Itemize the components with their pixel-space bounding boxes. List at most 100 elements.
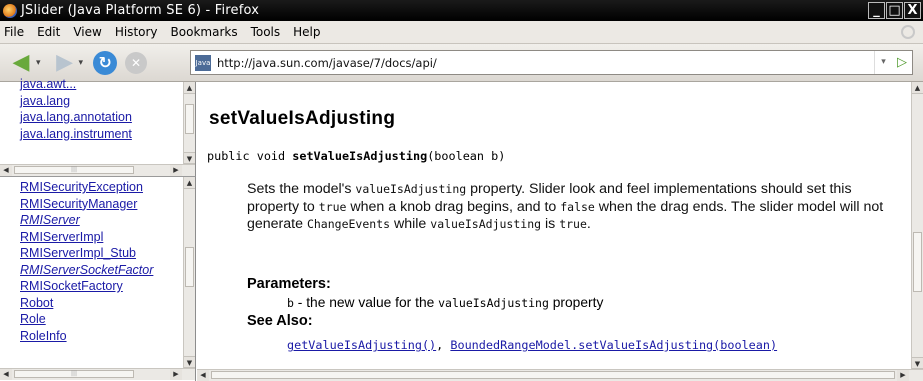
scroll-left-arrow-icon[interactable]: ◀ xyxy=(197,370,209,381)
package-link[interactable]: java.lang.annotation xyxy=(20,109,132,126)
class-link[interactable]: Robot xyxy=(20,295,153,312)
scroll-left-arrow-icon[interactable]: ◀ xyxy=(0,165,12,176)
class-link[interactable]: Role xyxy=(20,311,153,328)
desc-text: is xyxy=(541,216,560,232)
package-link[interactable]: java.awt... xyxy=(20,76,132,93)
desc-code: true xyxy=(318,199,347,214)
menu-view[interactable]: View xyxy=(73,25,101,39)
window-controls: _ □ X xyxy=(868,2,921,19)
menu-help[interactable]: Help xyxy=(293,25,320,39)
scroll-right-arrow-icon[interactable]: ▶ xyxy=(170,369,182,380)
site-favicon-icon: Java xyxy=(195,54,211,71)
forward-button[interactable]: ▶ xyxy=(53,50,77,75)
url-input[interactable]: http://java.sun.com/javase/7/docs/api/ xyxy=(217,56,874,70)
see-also-separator: , xyxy=(436,338,451,352)
packages-vertical-scrollbar[interactable]: ▲ ▼ xyxy=(183,82,195,164)
method-signature: public void setValueIsAdjusting(boolean … xyxy=(207,149,505,163)
package-list: java.awt... java.lang java.lang.annotati… xyxy=(20,76,132,142)
menu-file[interactable]: File xyxy=(4,25,24,39)
scroll-thumb[interactable] xyxy=(185,104,194,134)
menu-history[interactable]: History xyxy=(115,25,158,39)
url-dropdown-icon[interactable]: ▾ xyxy=(874,51,892,74)
scroll-up-arrow-icon[interactable]: ▲ xyxy=(912,82,923,94)
class-list: RMISecurityException RMISecurityManager RM… xyxy=(20,179,153,344)
scroll-thumb[interactable]: ||| xyxy=(14,166,134,174)
maximize-button[interactable]: □ xyxy=(886,2,903,19)
class-link[interactable]: RMISocketFactory xyxy=(20,278,153,295)
scroll-thumb[interactable]: ||| xyxy=(14,370,134,378)
see-also-link[interactable]: BoundedRangeModel.setValueIsAdjusting(bo… xyxy=(450,338,777,352)
scroll-right-arrow-icon[interactable]: ▶ xyxy=(170,165,182,176)
class-link[interactable]: RMIServerImpl xyxy=(20,229,153,246)
classes-horizontal-scrollbar[interactable]: ◀ ||| ▶ xyxy=(0,368,195,380)
desc-code: valueIsAdjusting xyxy=(355,182,467,196)
throbber-icon xyxy=(901,25,915,39)
desc-text: . xyxy=(586,216,591,232)
desc-code: false xyxy=(560,199,595,214)
param-tail: property xyxy=(548,295,604,310)
packages-horizontal-scrollbar[interactable]: ◀ ||| ▶ xyxy=(0,164,195,176)
reload-button[interactable]: ↻ xyxy=(93,50,118,75)
firefox-icon xyxy=(3,3,17,18)
go-button[interactable]: ▷ xyxy=(892,55,912,70)
scroll-thumb[interactable] xyxy=(211,371,895,379)
param-text: - the new value for the xyxy=(293,295,439,310)
window-titlebar[interactable]: JSlider (Java Platform SE 6) - Firefox _… xyxy=(0,0,923,21)
package-link[interactable]: java.lang xyxy=(20,93,132,110)
menu-bookmarks[interactable]: Bookmarks xyxy=(171,25,238,39)
scroll-right-arrow-icon[interactable]: ▶ xyxy=(897,370,909,381)
menu-bar: File Edit View History Bookmarks Tools H… xyxy=(0,21,923,44)
scroll-down-arrow-icon[interactable]: ▼ xyxy=(912,357,923,369)
class-link[interactable]: RMISecurityException xyxy=(20,179,153,196)
see-also-heading: See Also: xyxy=(247,313,313,329)
scroll-down-arrow-icon[interactable]: ▼ xyxy=(184,152,195,164)
desc-text: while xyxy=(390,216,431,232)
scroll-thumb[interactable] xyxy=(185,247,194,287)
desc-code: ChangeEvents xyxy=(306,217,391,231)
param-code: valueIsAdjusting xyxy=(438,296,549,310)
documentation-frame: setValueIsAdjusting public void setValue… xyxy=(197,82,923,381)
scroll-thumb[interactable] xyxy=(913,232,922,292)
stop-button[interactable]: ✕ xyxy=(125,51,148,74)
menu-edit[interactable]: Edit xyxy=(37,25,60,39)
class-link[interactable]: RMIServerImpl_Stub xyxy=(20,245,153,262)
class-link[interactable]: RMIServerSocketFactor xyxy=(20,262,153,279)
method-title: setValueIsAdjusting xyxy=(209,108,396,129)
desc-code: valueIsAdjusting xyxy=(430,217,542,231)
main-horizontal-scrollbar[interactable]: ◀ ▶ xyxy=(197,369,923,381)
class-link[interactable]: RoleInfo xyxy=(20,328,153,345)
main-vertical-scrollbar[interactable]: ▲ ▼ xyxy=(911,82,923,369)
see-also-links: getValueIsAdjusting(), BoundedRangeModel… xyxy=(287,338,777,352)
window-title: JSlider (Java Platform SE 6) - Firefox xyxy=(21,3,260,18)
class-link[interactable]: RMIServer xyxy=(20,212,153,229)
packages-frame: java.awt... java.lang java.lang.annotati… xyxy=(0,77,196,177)
param-name: b xyxy=(287,296,294,310)
address-bar[interactable]: Java http://java.sun.com/javase/7/docs/a… xyxy=(190,50,913,75)
scroll-left-arrow-icon[interactable]: ◀ xyxy=(0,369,12,380)
see-also-link[interactable]: getValueIsAdjusting() xyxy=(287,338,436,352)
package-link[interactable]: java.lang.instrument xyxy=(20,126,132,143)
desc-text: Sets the model's xyxy=(247,181,356,197)
close-button[interactable]: X xyxy=(904,2,921,19)
scroll-up-arrow-icon[interactable]: ▲ xyxy=(184,177,195,189)
scroll-down-arrow-icon[interactable]: ▼ xyxy=(184,356,195,368)
back-button[interactable]: ◀ xyxy=(8,50,34,75)
method-description: Sets the model's valueIsAdjusting proper… xyxy=(247,181,897,234)
back-dropdown-icon[interactable]: ▾ xyxy=(36,58,41,68)
parameters-heading: Parameters: xyxy=(247,276,331,292)
forward-dropdown-icon[interactable]: ▾ xyxy=(79,58,84,68)
desc-text: when a knob drag begins, and to xyxy=(346,198,561,215)
page-content: java.awt... java.lang java.lang.annotati… xyxy=(0,77,923,381)
class-link[interactable]: RMISecurityManager xyxy=(20,196,153,213)
signature-suffix: (boolean b) xyxy=(427,149,506,163)
desc-code: true xyxy=(559,217,587,231)
signature-prefix: public void xyxy=(207,149,293,163)
scroll-up-arrow-icon[interactable]: ▲ xyxy=(184,82,195,94)
classes-vertical-scrollbar[interactable]: ▲ ▼ xyxy=(183,177,195,368)
navigation-toolbar: ◀ ▾ ▶ ▾ ↻ ✕ Java http://java.sun.com/jav… xyxy=(0,44,923,82)
signature-name: setValueIsAdjusting xyxy=(292,149,428,163)
classes-frame: RMISecurityException RMISecurityManager RM… xyxy=(0,177,196,381)
minimize-button[interactable]: _ xyxy=(868,2,885,19)
parameter-entry: b - the new value for the valueIsAdjusti… xyxy=(287,295,603,310)
menu-tools[interactable]: Tools xyxy=(251,25,281,39)
